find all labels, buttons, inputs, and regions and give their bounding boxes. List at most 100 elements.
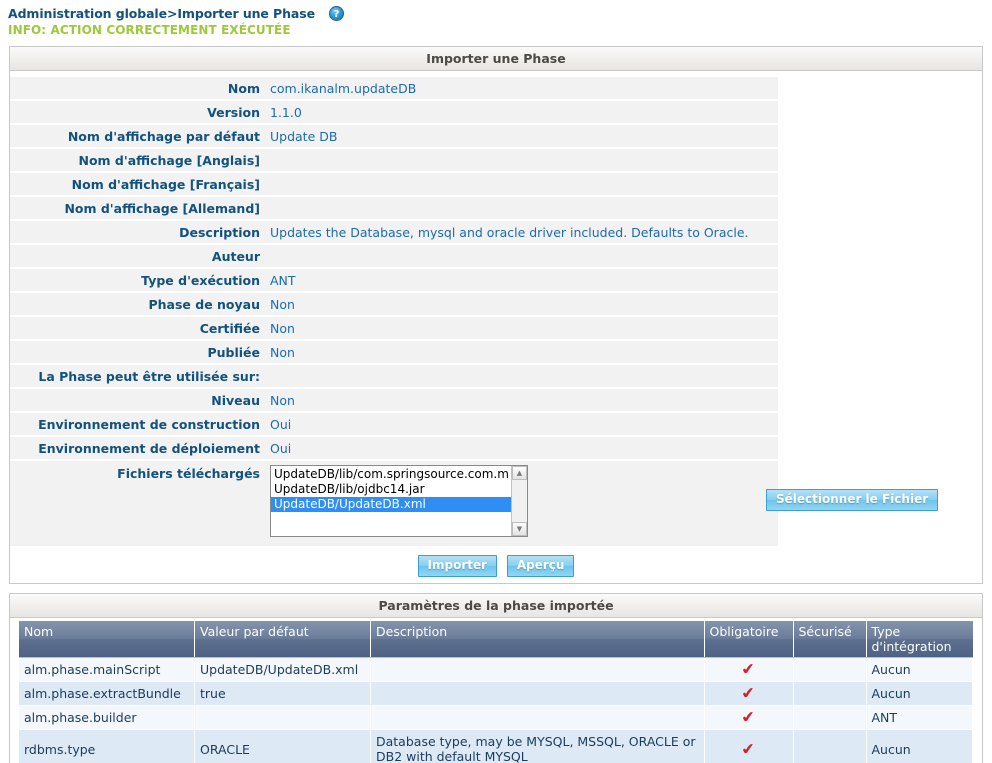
- param-description: Database type, may be MYSQL, MSSQL, ORAC…: [370, 729, 705, 763]
- params-column-header[interactable]: Sécurisé: [793, 621, 867, 658]
- required-check-icon: ✔: [739, 738, 758, 759]
- params-column-header[interactable]: Nom: [19, 621, 195, 658]
- file-list-item[interactable]: UpdateDB/UpdateDB.xml: [271, 497, 511, 512]
- field-pad: [778, 173, 982, 195]
- field-value: Non: [265, 389, 778, 411]
- params-table-header-row: Nom Valeur par défaut Description Obligatoi…: [19, 621, 973, 658]
- field-row: Nom d'affichage par défaut Update DB: [10, 125, 982, 147]
- param-secured-cell: [793, 657, 867, 682]
- field-value: ANT: [265, 269, 778, 291]
- param-default-value: [194, 705, 371, 730]
- file-list-item[interactable]: UpdateDB/lib/ojdbc14.jar: [271, 482, 511, 497]
- field-value: Updates the Database, mysql and oracle d…: [265, 221, 778, 243]
- uploaded-files-label: Fichiers téléchargés: [10, 461, 265, 546]
- help-question-icon[interactable]: ?: [328, 5, 344, 21]
- file-listbox[interactable]: UpdateDB/lib/com.springsource.com.m Updat…: [270, 465, 528, 537]
- field-pad: [778, 149, 982, 171]
- scroll-down-icon[interactable]: ▼: [512, 522, 527, 536]
- field-value: Non: [265, 293, 778, 315]
- field-label: Type d'exécution: [10, 269, 265, 291]
- field-label: Nom d'affichage par défaut: [10, 125, 265, 147]
- param-name: alm.phase.builder: [19, 705, 195, 730]
- param-description: [370, 681, 705, 706]
- field-pad: [778, 269, 982, 291]
- field-label: Nom d'affichage [Allemand]: [10, 197, 265, 219]
- param-integration-type: Aucun: [866, 729, 973, 763]
- field-value: Oui: [265, 413, 778, 435]
- field-label: Nom d'affichage [Anglais]: [10, 149, 265, 171]
- param-secured-cell: [793, 729, 867, 763]
- field-pad: [778, 293, 982, 315]
- field-label: La Phase peut être utilisée sur:: [10, 365, 265, 387]
- field-row: Environnement de construction Oui: [10, 413, 982, 435]
- param-integration-type: ANT: [866, 705, 973, 730]
- params-table-wrap: Nom Valeur par défaut Description Obligatoi…: [10, 618, 982, 763]
- field-label: Version: [10, 101, 265, 123]
- field-label: Nom: [10, 77, 265, 99]
- breadcrumb-text[interactable]: Administration globale>Importer une Phas…: [8, 6, 315, 21]
- scroll-up-icon[interactable]: ▲: [512, 466, 527, 480]
- field-label: Environnement de déploiement: [10, 437, 265, 459]
- param-required-cell: ✔: [704, 681, 794, 706]
- params-table: Nom Valeur par défaut Description Obligatoi…: [19, 621, 973, 763]
- field-pad: [778, 101, 982, 123]
- param-default-value: true: [194, 681, 371, 706]
- info-message-text: INFO: ACTION CORRECTEMENT EXÉCUTÉE: [8, 23, 291, 37]
- params-column-header[interactable]: Valeur par défaut: [194, 621, 371, 658]
- file-listbox-scrollbar[interactable]: ▲ ▼: [511, 466, 527, 536]
- required-check-icon: ✔: [739, 707, 758, 727]
- param-description: [370, 705, 705, 730]
- phase-details-table: Nom com.ikanalm.updateDB Version 1.1.0 Nom d…: [10, 75, 982, 548]
- field-value: [265, 197, 778, 219]
- param-name: alm.phase.mainScript: [19, 657, 195, 682]
- field-label: Description: [10, 221, 265, 243]
- file-list-item[interactable]: UpdateDB/lib/com.springsource.com.m: [271, 467, 511, 482]
- import-button[interactable]: Importer: [417, 555, 498, 577]
- param-default-value: ORACLE: [194, 729, 371, 763]
- field-row: Nom d'affichage [Français]: [10, 173, 982, 195]
- params-table-row: alm.phase.builder ✔ ANT: [19, 705, 973, 730]
- field-row: La Phase peut être utilisée sur:: [10, 365, 982, 387]
- field-pad: [778, 317, 982, 339]
- params-table-row: rdbms.type ORACLE Database type, may be MY…: [19, 729, 973, 763]
- field-row: Phase de noyau Non: [10, 293, 982, 315]
- field-value: [265, 149, 778, 171]
- field-row: Version 1.1.0: [10, 101, 982, 123]
- params-column-header[interactable]: Description: [370, 621, 705, 658]
- field-value: Non: [265, 317, 778, 339]
- field-label: Niveau: [10, 389, 265, 411]
- params-table-row: alm.phase.extractBundle true ✔ Aucun: [19, 681, 973, 706]
- preview-button[interactable]: Aperçu: [506, 555, 575, 577]
- field-value: Update DB: [265, 125, 778, 147]
- imported-phase-params-panel: Paramètres de la phase importée Nom Valeu…: [9, 593, 983, 763]
- param-required-cell: ✔: [704, 657, 794, 682]
- params-panel-title: Paramètres de la phase importée: [10, 594, 982, 618]
- uploaded-files-value: UpdateDB/lib/com.springsource.com.m Updat…: [265, 461, 778, 546]
- field-label: Nom d'affichage [Français]: [10, 173, 265, 195]
- param-name: rdbms.type: [19, 729, 195, 763]
- field-label: Publiée: [10, 341, 265, 363]
- field-value: 1.1.0: [265, 101, 778, 123]
- field-row: Publiée Non: [10, 341, 982, 363]
- field-pad: [778, 413, 982, 435]
- file-listbox-items[interactable]: UpdateDB/lib/com.springsource.com.m Updat…: [271, 466, 511, 536]
- params-column-header[interactable]: Obligatoire: [704, 621, 794, 658]
- import-panel-title: Importer une Phase: [10, 47, 982, 71]
- field-pad: [778, 125, 982, 147]
- field-label: Phase de noyau: [10, 293, 265, 315]
- field-value: com.ikanalm.updateDB: [265, 77, 778, 99]
- field-row: Auteur: [10, 245, 982, 267]
- params-column-header[interactable]: Type d'intégration: [866, 621, 973, 658]
- field-pad: [778, 341, 982, 363]
- param-integration-type: Aucun: [866, 657, 973, 682]
- param-secured-cell: [793, 681, 867, 706]
- scroll-down-glyph: ▼: [516, 524, 523, 533]
- field-row: Type d'exécution ANT: [10, 269, 982, 291]
- field-pad: [778, 365, 982, 387]
- field-pad: [778, 389, 982, 411]
- select-file-button[interactable]: Sélectionner le Fichier: [766, 489, 939, 511]
- field-row: Environnement de déploiement Oui: [10, 437, 982, 459]
- param-name: alm.phase.extractBundle: [19, 681, 195, 706]
- required-check-icon: ✔: [739, 683, 758, 703]
- field-label: Environnement de construction: [10, 413, 265, 435]
